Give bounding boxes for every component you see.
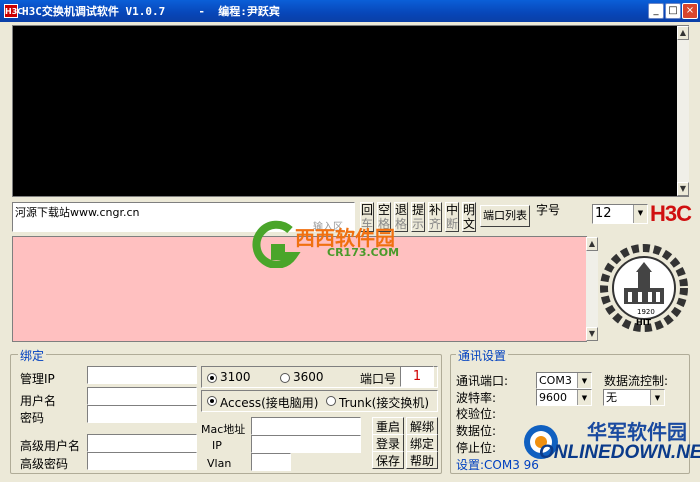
watermark-corner-bottom: ONLINEDOWN.NET: [539, 442, 700, 463]
chevron-down-icon[interactable]: ▼: [577, 373, 591, 388]
adv-password-input[interactable]: [87, 452, 197, 470]
stopbits-label: 停止位:: [456, 441, 497, 455]
databits-label: 数据位:: [456, 424, 497, 438]
restart-button[interactable]: 重启: [372, 417, 404, 435]
comm-port-label: 通讯端口:: [456, 374, 509, 388]
port-number-label: 端口号: [360, 372, 397, 386]
baud-select[interactable]: 9600 ▼: [536, 389, 592, 406]
scroll-down-icon[interactable]: ▼: [586, 327, 598, 341]
font-size-label: 字号: [536, 203, 561, 217]
minimize-button[interactable]: _: [648, 3, 664, 19]
window-title: H3C交换机调试软件 V1.0.7 - 编程:尹跃宾: [22, 5, 280, 18]
mac-input[interactable]: [251, 417, 361, 435]
baud-label: 波特率:: [456, 391, 497, 405]
seal-year: 1920: [637, 308, 655, 316]
quick-button-plaintext[interactable]: 明文: [462, 202, 476, 232]
parity-label: 校验位:: [456, 407, 497, 421]
flow-control-select[interactable]: 无 ▼: [603, 389, 665, 406]
login-button[interactable]: 登录: [372, 434, 404, 452]
command-input-value: 河源下载站www.cngr.cn: [15, 206, 140, 219]
username-label: 用户名: [20, 394, 57, 408]
comm-port-select[interactable]: COM3 ▼: [536, 372, 592, 389]
watermark-corner-top: 华军软件园: [587, 420, 687, 444]
scroll-up-icon[interactable]: ▲: [586, 237, 598, 251]
watermark-cr173: 西西软件园 CR173.COM: [245, 218, 460, 268]
radio-access[interactable]: [207, 396, 217, 406]
scroll-up-icon[interactable]: ▲: [677, 26, 689, 40]
radio-3100[interactable]: [207, 373, 217, 383]
ip-input[interactable]: [251, 435, 361, 453]
username-input[interactable]: [87, 387, 197, 405]
vlan-label: Vlan: [207, 457, 232, 470]
admin-ip-label: 管理IP: [20, 372, 55, 386]
h3c-logo: H3C: [650, 201, 692, 226]
watermark-sub: CR173.COM: [327, 246, 400, 259]
password-label: 密码: [20, 411, 45, 425]
password-input[interactable]: [87, 405, 197, 423]
title-bar[interactable]: H3C H3C交换机调试软件 V1.0.7 - 编程:尹跃宾 _ □ ×: [0, 0, 700, 22]
maximize-button[interactable]: □: [665, 3, 681, 19]
radio-3100-label: 3100: [220, 370, 251, 384]
radio-trunk-label: Trunk(接交换机): [339, 396, 430, 410]
adv-password-label: 高级密码: [20, 457, 69, 471]
vlan-input[interactable]: [251, 453, 291, 471]
close-button[interactable]: ×: [682, 3, 698, 19]
adv-username-label: 高级用户名: [20, 439, 81, 453]
adv-username-input[interactable]: [87, 434, 197, 452]
chevron-down-icon[interactable]: ▼: [577, 390, 591, 405]
comm-group-title: 通讯设置: [456, 347, 509, 364]
ip-label: IP: [212, 439, 222, 452]
chevron-down-icon[interactable]: ▼: [650, 390, 664, 405]
bind-group-title: 绑定: [18, 347, 47, 364]
terminal-scrollbar[interactable]: ▲ ▼: [677, 26, 689, 196]
watermark-onlinedown: 华军软件园 ONLINEDOWN.NET: [513, 410, 700, 482]
radio-trunk[interactable]: [326, 396, 336, 406]
unbind-button[interactable]: 解绑: [406, 417, 438, 435]
flow-control-label: 数据流控制:: [604, 374, 669, 388]
radio-3600[interactable]: [280, 373, 290, 383]
admin-ip-input[interactable]: [87, 366, 197, 384]
terminal-output[interactable]: [12, 25, 689, 197]
bind-button[interactable]: 绑定: [406, 434, 438, 452]
font-size-select[interactable]: 12 ▼: [592, 204, 648, 224]
radio-access-label: Access(接电脑用): [220, 396, 319, 410]
port-number-input[interactable]: 1: [400, 366, 434, 387]
log-scrollbar[interactable]: ▲ ▼: [586, 237, 598, 341]
app-icon: H3C: [4, 4, 23, 18]
radio-3600-label: 3600: [293, 370, 324, 384]
seal-text: HIT: [636, 318, 652, 327]
save-button[interactable]: 保存: [372, 451, 404, 469]
port-list-button[interactable]: 端口列表: [480, 205, 530, 227]
chevron-down-icon[interactable]: ▼: [633, 205, 647, 223]
help-button[interactable]: 帮助: [406, 451, 438, 469]
scroll-down-icon[interactable]: ▼: [677, 182, 689, 196]
mac-label: Mac地址: [201, 423, 246, 436]
